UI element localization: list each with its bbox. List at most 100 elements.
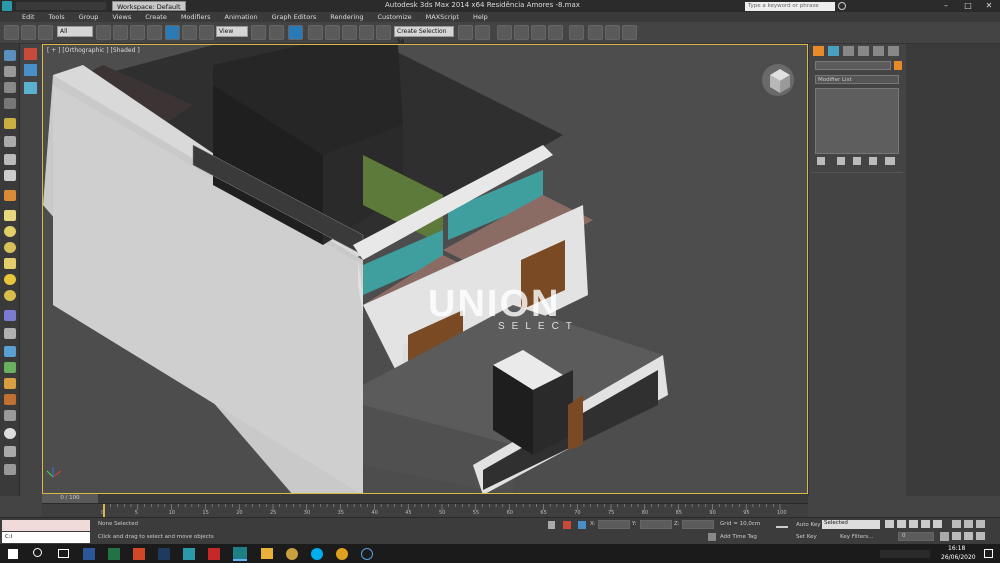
menu-views[interactable]: Views — [112, 13, 131, 21]
display-tab-icon[interactable] — [873, 46, 884, 56]
mirror-icon[interactable] — [458, 25, 473, 40]
pan-icon[interactable] — [952, 532, 961, 540]
render-setup-icon[interactable] — [588, 25, 603, 40]
time-slider[interactable]: 0 / 100 — [42, 494, 808, 503]
pivot-center-icon[interactable] — [251, 25, 266, 40]
maximize-button[interactable]: □ — [957, 0, 979, 12]
zoom-all-icon[interactable] — [964, 520, 973, 528]
angle-snap-icon[interactable] — [325, 25, 340, 40]
cone-icon[interactable] — [4, 258, 16, 269]
app-logo-icon[interactable] — [2, 1, 12, 11]
windows-start-icon[interactable] — [8, 549, 18, 559]
cylinder-icon[interactable] — [4, 190, 16, 201]
add-time-tag[interactable]: Add Time Tag — [720, 534, 757, 540]
modeling-icon[interactable] — [4, 136, 16, 147]
configure-sets-icon[interactable] — [885, 157, 895, 165]
autocad-icon[interactable] — [208, 548, 220, 560]
current-frame-field[interactable]: 0 — [898, 532, 934, 541]
menu-modifiers[interactable]: Modifiers — [181, 13, 211, 21]
menu-customize[interactable]: Customize — [377, 13, 411, 21]
taskbar-date[interactable]: 26/06/2020 — [941, 554, 976, 561]
chrome-icon[interactable] — [336, 548, 348, 560]
particle-view-icon[interactable] — [24, 82, 37, 94]
select-scale-icon[interactable] — [199, 25, 214, 40]
maxscript-input[interactable]: C:I — [2, 532, 90, 543]
select-by-name-icon[interactable] — [113, 25, 128, 40]
select-object-icon[interactable] — [96, 25, 111, 40]
menu-edit[interactable]: Edit — [22, 13, 35, 21]
modifier-stack[interactable] — [815, 88, 899, 154]
system-icon[interactable] — [4, 378, 16, 389]
object-name-field[interactable] — [815, 61, 891, 70]
set-key-button[interactable]: Set Key — [796, 534, 817, 540]
select-move-icon[interactable] — [165, 25, 180, 40]
z-coordinate-field[interactable] — [682, 520, 714, 529]
named-selection-set-dropdown[interactable]: Create Selection Se — [394, 26, 454, 45]
reference-coordinate-dropdown[interactable]: View — [216, 26, 248, 37]
key-mode-dropdown[interactable]: Selected — [822, 520, 880, 529]
show-end-result-icon[interactable] — [837, 157, 845, 165]
house-model[interactable] — [43, 45, 808, 494]
maximize-viewport-icon[interactable] — [976, 532, 985, 540]
viewport-orthographic[interactable]: [ + ] [Orthographic ] [Shaded ] UNION SE… — [42, 44, 808, 494]
graphite-ribbon-icon[interactable] — [514, 25, 529, 40]
select-rotate-icon[interactable] — [182, 25, 197, 40]
measure-icon[interactable] — [4, 446, 16, 457]
space-warp-icon[interactable] — [4, 362, 16, 373]
create-tab-icon[interactable] — [813, 46, 824, 56]
3dsmax-taskbar-icon[interactable] — [183, 548, 195, 560]
zoom-icon[interactable] — [952, 520, 961, 528]
grid-icon[interactable] — [4, 428, 16, 439]
pin-stack-icon[interactable] — [817, 157, 825, 165]
light-icon[interactable] — [4, 66, 16, 77]
motion-tab-icon[interactable] — [858, 46, 869, 56]
key-icon[interactable] — [776, 526, 788, 532]
search-icon[interactable] — [838, 2, 846, 10]
modify-tab-icon[interactable] — [828, 46, 839, 56]
file-explorer-icon[interactable] — [261, 548, 273, 559]
minimize-button[interactable]: – — [935, 0, 957, 12]
tray-icons[interactable] — [880, 550, 930, 558]
time-tag-icon[interactable] — [708, 533, 716, 541]
hierarchy-tab-icon[interactable] — [843, 46, 854, 56]
edit-named-selection-icon[interactable] — [376, 25, 391, 40]
menu-rendering[interactable]: Rendering — [330, 13, 363, 21]
material-editor-icon[interactable] — [569, 25, 584, 40]
modifier-list-dropdown[interactable]: Modifier List — [815, 75, 899, 84]
spinner-snap-icon[interactable] — [359, 25, 374, 40]
bind-spacewarp-icon[interactable] — [38, 25, 53, 40]
select-manipulate-icon[interactable] — [269, 25, 284, 40]
sun-icon[interactable] — [4, 274, 16, 285]
window-crossing-icon[interactable] — [147, 25, 162, 40]
torus-icon[interactable] — [4, 242, 16, 253]
play-icon[interactable] — [909, 520, 918, 528]
task-view-icon[interactable] — [58, 549, 69, 558]
teapot-icon[interactable] — [4, 154, 16, 165]
orbit-icon[interactable] — [964, 532, 973, 540]
key-filters-button[interactable]: Key Filters... — [840, 534, 873, 540]
select-link-icon[interactable] — [4, 25, 19, 40]
align-icon[interactable] — [475, 25, 490, 40]
helper-icon[interactable] — [4, 346, 16, 357]
unlink-icon[interactable] — [21, 25, 36, 40]
snap-toggle-icon[interactable] — [308, 25, 323, 40]
object-color-swatch[interactable] — [894, 61, 902, 70]
geosphere-icon[interactable] — [4, 290, 16, 301]
next-frame-icon[interactable] — [921, 520, 930, 528]
utilities-tab-icon[interactable] — [888, 46, 899, 56]
sketchup-icon[interactable] — [286, 548, 298, 560]
rendered-frame-window-icon[interactable] — [605, 25, 620, 40]
box-icon[interactable] — [4, 210, 16, 221]
track-bar[interactable]: 0 5 10 15 20 25 30 35 40 45 50 55 60 65 70 75 80 85 90 95 10… — [42, 503, 808, 517]
axis-constraint-icon[interactable] — [24, 48, 37, 60]
menu-tools[interactable]: Tools — [49, 13, 65, 21]
bone-icon[interactable] — [4, 328, 16, 339]
render-production-icon[interactable] — [622, 25, 637, 40]
quick-access-toolbar[interactable] — [16, 2, 106, 10]
curve-editor-icon[interactable] — [531, 25, 546, 40]
particle-icon[interactable] — [4, 410, 16, 421]
schematic-view-icon[interactable] — [548, 25, 563, 40]
make-unique-icon[interactable] — [853, 157, 861, 165]
close-button[interactable]: ✕ — [978, 0, 1000, 12]
go-to-start-icon[interactable] — [885, 520, 894, 528]
